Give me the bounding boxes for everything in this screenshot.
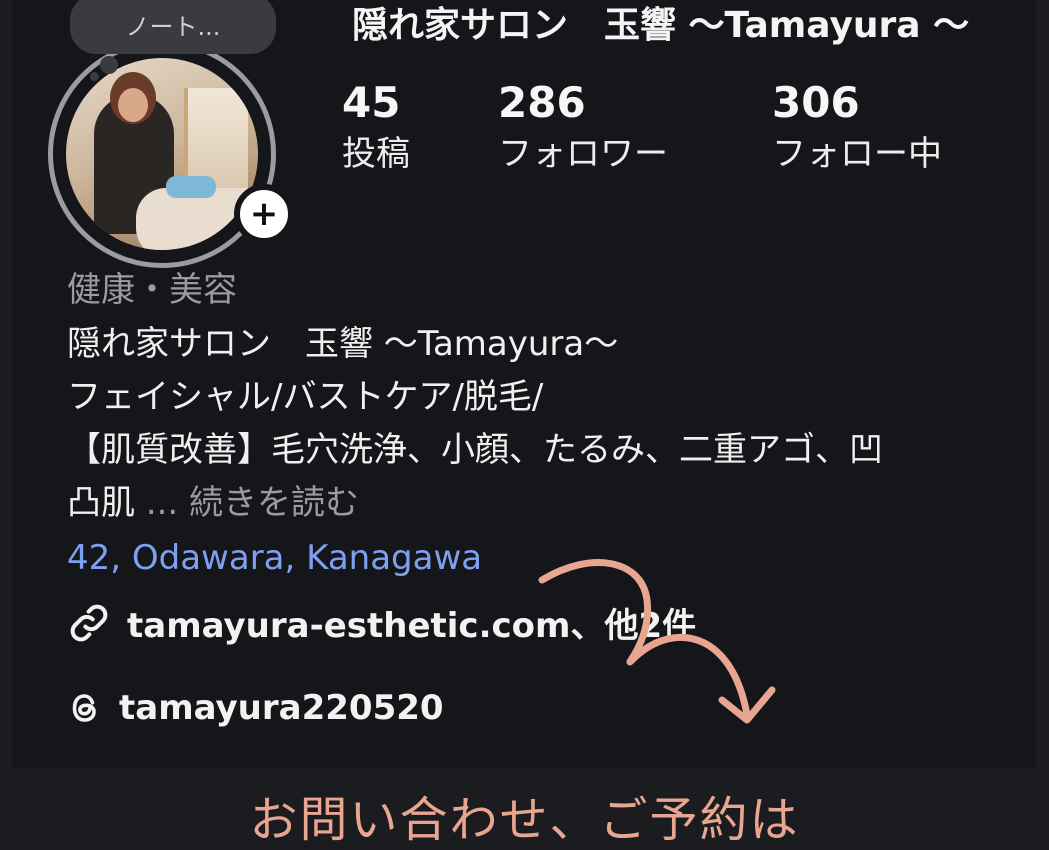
avatar-photo-glove: [166, 176, 216, 198]
note-text: ノート...: [125, 12, 221, 41]
note-bubble-tail: [100, 56, 118, 74]
avatar-photo-face: [118, 88, 148, 122]
threads-handle: tamayura220520: [119, 688, 444, 728]
profile-screen: + ノート... 隠れ家サロン 玉響 〜Tamayura 〜 45 投稿 286…: [12, 0, 1036, 768]
profile-avatar-area[interactable]: +: [48, 40, 314, 268]
bio-line: 【肌質改善】毛穴洗浄、小顔、たるみ、二重アゴ、凹: [67, 430, 883, 470]
link-icon: [70, 604, 108, 641]
screenshot-frame: + ノート... 隠れ家サロン 玉響 〜Tamayura 〜 45 投稿 286…: [0, 0, 1049, 848]
threads-icon: [72, 694, 96, 722]
read-more-link[interactable]: ... 続きを読む: [146, 483, 359, 523]
category-label: 健康・美容: [67, 270, 237, 310]
stat-followers[interactable]: 286 フォロワー: [498, 78, 668, 178]
annotation-caption: お問い合わせ、ご予約は: [249, 792, 800, 848]
bio-line: 隠れ家サロン 玉響 〜Tamayura〜: [67, 324, 619, 364]
stat-following-label: フォロー中: [772, 134, 942, 174]
profile-name: 隠れ家サロン 玉響 〜Tamayura 〜: [352, 5, 970, 46]
stat-posts-value: 45: [342, 78, 401, 127]
avatar[interactable]: [66, 58, 258, 250]
stat-following[interactable]: 306 フォロー中: [772, 78, 942, 178]
plus-icon: +: [249, 194, 279, 234]
stat-posts[interactable]: 45 投稿: [342, 78, 410, 178]
location-link[interactable]: 42, Odawara, Kanagawa: [67, 532, 1027, 585]
stat-followers-value: 286: [498, 78, 586, 127]
threads-badge[interactable]: tamayura220520: [67, 688, 444, 728]
bio-line: フェイシャル/バストケア/脱毛/: [67, 377, 544, 417]
stat-followers-label: フォロワー: [498, 134, 668, 174]
bio-line: 凸肌: [67, 483, 135, 523]
note-bubble-tail-dot: [90, 72, 99, 81]
bio-last-line: 凸肌 ... 続きを読む: [67, 477, 1027, 530]
website-link-text: tamayura-esthetic.com、他2件: [127, 606, 697, 646]
website-link[interactable]: tamayura-esthetic.com、他2件: [67, 598, 696, 647]
note-bubble[interactable]: ノート...: [70, 0, 276, 54]
stat-following-value: 306: [772, 78, 860, 127]
add-story-button[interactable]: +: [234, 184, 294, 244]
stat-posts-label: 投稿: [342, 134, 410, 174]
